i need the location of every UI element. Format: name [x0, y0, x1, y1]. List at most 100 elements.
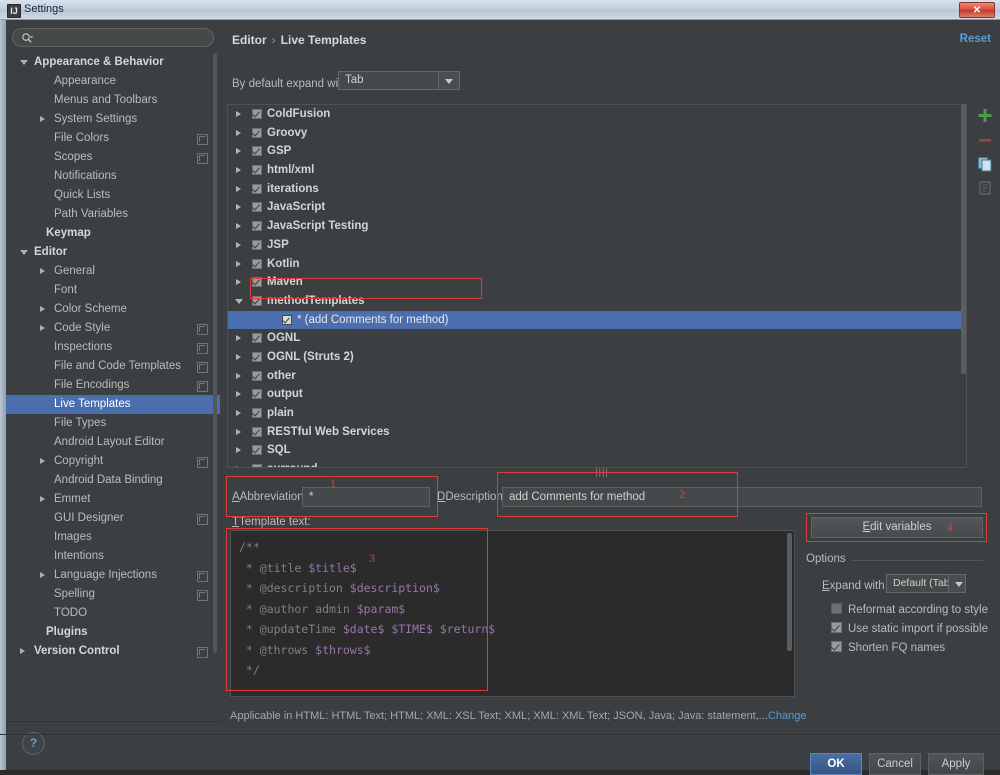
sidebar-item-general[interactable]: General [6, 262, 220, 281]
template-checkbox[interactable] [252, 127, 262, 138]
sidebar-item-menus-and-toolbars[interactable]: Menus and Toolbars [6, 91, 220, 110]
chevron-right-icon[interactable] [236, 391, 241, 398]
close-icon[interactable]: ✕ [959, 2, 995, 18]
sidebar-item-copyright[interactable]: Copyright [6, 452, 220, 471]
template-row[interactable]: OGNL (Struts 2) [228, 348, 966, 367]
chevron-right-icon[interactable] [236, 279, 241, 286]
chevron-right-icon[interactable] [40, 325, 45, 331]
sidebar-item-spelling[interactable]: Spelling [6, 585, 220, 604]
sidebar-item-system-settings[interactable]: System Settings [6, 110, 220, 129]
breadcrumb-parent[interactable]: Editor [232, 33, 267, 47]
template-checkbox[interactable] [252, 202, 262, 213]
chevron-down-icon[interactable] [20, 60, 28, 65]
sidebar-item-appearance[interactable]: Appearance [6, 72, 220, 91]
template-checkbox[interactable] [252, 277, 262, 288]
template-checkbox[interactable] [252, 146, 262, 157]
template-row[interactable]: RESTful Web Services [228, 423, 966, 442]
template-checkbox[interactable] [252, 295, 262, 306]
template-row[interactable]: JavaScript [228, 198, 966, 217]
chevron-right-icon[interactable] [236, 148, 241, 155]
ok-button[interactable]: OK [810, 753, 862, 775]
chevron-right-icon[interactable] [236, 204, 241, 211]
expand-with-chevron-icon[interactable] [948, 575, 965, 592]
template-checkbox[interactable] [282, 314, 292, 325]
template-checkbox[interactable] [252, 426, 262, 437]
chevron-right-icon[interactable] [40, 496, 45, 502]
editor-scrollbar[interactable] [787, 533, 792, 651]
template-list-scrollbar[interactable] [961, 104, 966, 374]
chevron-right-icon[interactable] [236, 241, 241, 248]
chevron-right-icon[interactable] [236, 167, 241, 174]
sidebar-item-inspections[interactable]: Inspections [6, 338, 220, 357]
template-row[interactable]: GSP [228, 142, 966, 161]
template-row[interactable]: Groovy [228, 124, 966, 143]
template-row[interactable]: html/xml [228, 161, 966, 180]
chevron-right-icon[interactable] [236, 260, 241, 267]
option-checkbox[interactable] [831, 603, 842, 614]
chevron-right-icon[interactable] [236, 372, 241, 379]
template-checkbox[interactable] [252, 258, 262, 269]
chevron-down-icon[interactable] [438, 72, 459, 89]
chevron-right-icon[interactable] [40, 116, 45, 122]
chevron-right-icon[interactable] [20, 648, 25, 654]
sidebar-item-keymap[interactable]: Keymap [6, 224, 220, 243]
chevron-right-icon[interactable] [236, 353, 241, 360]
sidebar-item-font[interactable]: Font [6, 281, 220, 300]
sidebar-item-images[interactable]: Images [6, 528, 220, 547]
sidebar-item-plugins[interactable]: Plugins [6, 623, 220, 642]
template-row[interactable]: plain [228, 404, 966, 423]
chevron-right-icon[interactable] [40, 572, 45, 578]
chevron-right-icon[interactable] [236, 335, 241, 342]
template-checkbox[interactable] [252, 333, 262, 344]
chevron-right-icon[interactable] [40, 306, 45, 312]
template-checkbox[interactable] [252, 408, 262, 418]
template-row[interactable]: Kotlin [228, 255, 966, 274]
chevron-down-icon[interactable] [20, 250, 28, 255]
sidebar-item-appearance-behavior[interactable]: Appearance & Behavior [6, 53, 220, 72]
chevron-right-icon[interactable] [40, 268, 45, 274]
default-expand-combo[interactable]: Tab [338, 71, 460, 90]
chevron-down-icon[interactable] [235, 298, 243, 304]
expand-with-combo[interactable]: Default (Tab) [886, 574, 966, 593]
sidebar-item-editor[interactable]: Editor [6, 243, 220, 262]
sidebar-item-color-scheme[interactable]: Color Scheme [6, 300, 220, 319]
template-checkbox[interactable] [252, 389, 262, 400]
template-row[interactable]: ColdFusion [228, 105, 966, 124]
search-input[interactable] [12, 28, 214, 47]
sidebar-item-file-types[interactable]: File Types [6, 414, 220, 433]
template-row[interactable]: SQL [228, 441, 966, 460]
chevron-right-icon[interactable] [236, 466, 241, 467]
template-checkbox[interactable] [252, 351, 262, 362]
template-row[interactable]: methodTemplates [228, 292, 966, 311]
chevron-right-icon[interactable] [236, 223, 241, 230]
chevron-right-icon[interactable] [236, 185, 241, 192]
option-checkbox[interactable] [831, 622, 842, 633]
sidebar-item-intentions[interactable]: Intentions [6, 547, 220, 566]
sidebar-item-emmet[interactable]: Emmet [6, 490, 220, 509]
sidebar-scrollbar[interactable] [213, 53, 217, 653]
template-row-selected[interactable]: * (add Comments for method) [228, 310, 966, 330]
option-checkbox[interactable] [831, 641, 842, 652]
template-group-list[interactable]: ColdFusion Groovy GSP html/xml iterations Jav… [227, 104, 967, 468]
template-row[interactable]: JSP [228, 236, 966, 255]
chevron-right-icon[interactable] [236, 111, 241, 117]
abbreviation-input[interactable]: * [302, 487, 430, 507]
sidebar-item-file-colors[interactable]: File Colors [6, 129, 220, 148]
chevron-right-icon[interactable] [236, 410, 241, 416]
add-template-button[interactable] [972, 104, 998, 128]
template-checkbox[interactable] [252, 445, 262, 456]
change-context-link[interactable]: Change [768, 710, 807, 722]
template-row[interactable]: JavaScript Testing [228, 217, 966, 236]
template-row[interactable]: OGNL [228, 329, 966, 348]
copy-template-button[interactable] [972, 152, 998, 176]
sidebar-item-android-layout-editor[interactable]: Android Layout Editor [6, 433, 220, 452]
template-row[interactable]: other [228, 367, 966, 386]
chevron-right-icon[interactable] [236, 129, 241, 136]
sidebar-item-live-templates[interactable]: Live Templates [6, 395, 220, 414]
sidebar-item-language-injections[interactable]: Language Injections [6, 566, 220, 585]
settings-category-tree[interactable]: Appearance & Behavior Appearance Menus and… [6, 53, 220, 721]
sidebar-item-todo[interactable]: TODO [6, 604, 220, 623]
template-checkbox[interactable] [252, 464, 262, 467]
template-text-editor[interactable]: /** * @title $title$ * @description $des… [230, 530, 795, 697]
sidebar-item-notifications[interactable]: Notifications [6, 167, 220, 186]
